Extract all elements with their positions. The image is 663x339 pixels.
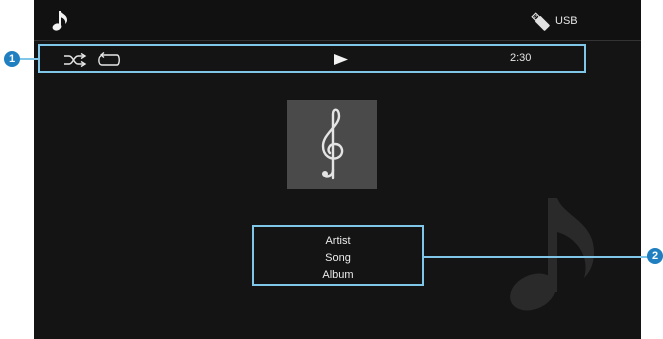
callout-2-line [424, 256, 649, 258]
track-info-box: Artist Song Album [252, 225, 424, 286]
callout-1-marker: 1 [4, 51, 20, 67]
treble-clef-icon [321, 108, 344, 180]
shuffle-icon [64, 52, 87, 68]
background-music-note-icon [510, 198, 594, 311]
playback-status-bar: 2:30 [38, 44, 586, 73]
elapsed-time: 2:30 [510, 52, 532, 64]
play-icon [334, 54, 348, 65]
top-bar: USB [34, 0, 641, 41]
repeat-icon [98, 52, 120, 66]
usb-stick-icon [531, 12, 550, 31]
artist-label: Artist [325, 235, 351, 247]
playback-screen: USB 2:30 Artist Song Album [34, 0, 641, 339]
album-art [287, 100, 377, 189]
callout-1-line [20, 58, 38, 60]
source-label: USB [555, 15, 578, 27]
song-label: Song [325, 252, 351, 264]
music-note-icon [52, 11, 67, 31]
album-label: Album [322, 269, 354, 281]
callout-2-marker: 2 [647, 248, 663, 264]
